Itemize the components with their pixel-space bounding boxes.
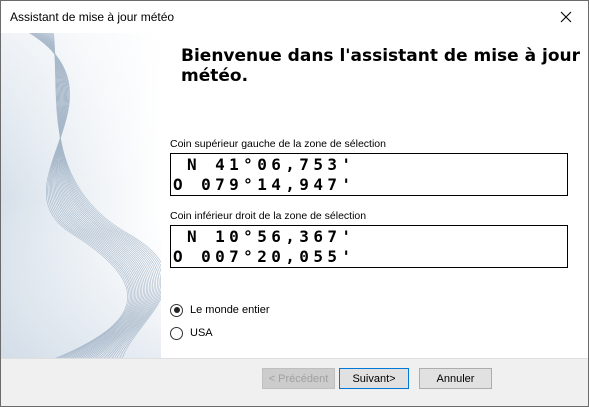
wave-banner-graphic (1, 33, 161, 359)
close-button[interactable] (544, 1, 588, 33)
title-bar[interactable]: Assistant de mise à jour météo (1, 1, 588, 33)
wizard-side-banner (1, 33, 161, 359)
usa-radio[interactable] (170, 326, 183, 340)
button-bar: < Précédent Suivant> Annuler (1, 358, 588, 406)
wizard-window: Assistant de mise à jour météo Bienvenue… (0, 0, 589, 407)
previous-button[interactable]: < Précédent (262, 368, 335, 389)
window-title: Assistant de mise à jour météo (10, 10, 175, 24)
lower-right-longitude: O 007°20,055' (173, 247, 356, 266)
cancel-button[interactable]: Annuler (419, 368, 492, 389)
lower-right-label: Coin inférieur droit de la zone de sélec… (170, 210, 367, 222)
whole-world-label: Le monde entier (190, 304, 270, 316)
whole-world-radio[interactable] (170, 303, 183, 317)
usa-label: USA (190, 327, 213, 339)
upper-left-latitude: N 41°06,753' (173, 155, 356, 174)
lower-right-coordinates-field[interactable]: N 10°56,367' O 007°20,055' (170, 225, 568, 268)
upper-left-longitude: O 079°14,947' (173, 175, 356, 194)
welcome-heading: Bienvenue dans l'assistant de mise à jou… (181, 46, 581, 86)
lower-right-latitude: N 10°56,367' (173, 227, 356, 246)
next-button[interactable]: Suivant> (339, 368, 409, 389)
option-whole-world[interactable]: Le monde entier (170, 302, 270, 318)
upper-left-label: Coin supérieur gauche de la zone de séle… (170, 138, 386, 150)
option-usa[interactable]: USA (170, 325, 213, 341)
upper-left-coordinates-field[interactable]: N 41°06,753' O 079°14,947' (170, 153, 568, 196)
close-icon (560, 11, 572, 23)
